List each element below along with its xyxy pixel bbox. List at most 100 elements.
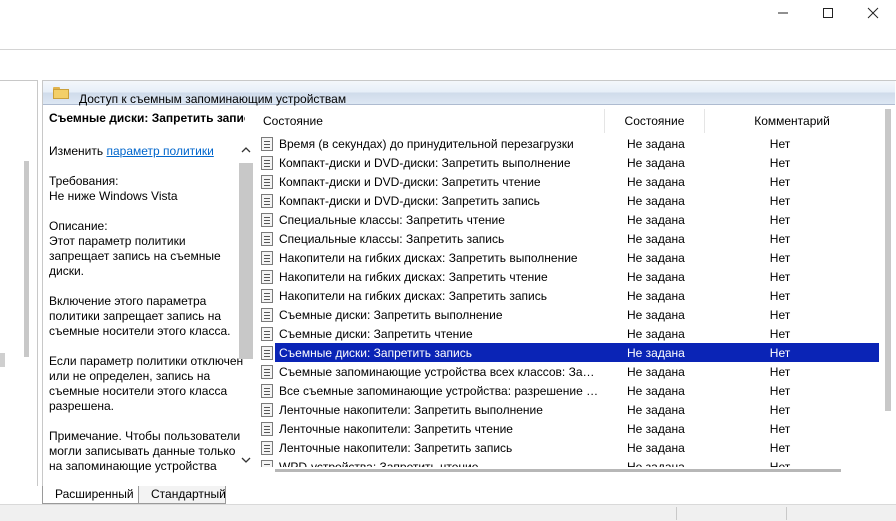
policy-setting-icon — [261, 212, 273, 227]
row-comment: Нет — [769, 364, 791, 379]
row-name: Ленточные накопители: Запретить запись — [279, 440, 513, 455]
requirements-value: Не ниже Windows Vista — [49, 189, 178, 203]
policy-setting-icon — [261, 345, 273, 360]
edit-policy-link[interactable]: параметр политики — [106, 144, 213, 158]
disable-text: Если параметр политики отключен или не о… — [49, 354, 244, 413]
table-row[interactable]: Съемные диски: Запретить выполнение Не за… — [257, 305, 879, 324]
row-state: Не задана — [627, 136, 685, 151]
table-row[interactable]: Компакт-диски и DVD-диски: Запретить зап… — [257, 191, 879, 210]
row-comment: Нет — [769, 174, 791, 189]
row-state: Не задана — [627, 193, 685, 208]
status-separator — [676, 507, 677, 520]
row-name: Ленточные накопители: Запретить чтение — [279, 421, 513, 436]
policy-setting-icon — [261, 288, 273, 303]
table-row[interactable]: Съемные диски: Запретить чтение Не задана… — [257, 324, 879, 343]
table-row[interactable]: Ленточные накопители: Запретить запись Не… — [257, 438, 879, 457]
table-row[interactable]: Компакт-диски и DVD-диски: Запретить вып… — [257, 153, 879, 172]
row-name: Все съемные запоминающие устройства: раз… — [279, 383, 603, 398]
edit-policy-line: Изменить параметр политики — [49, 144, 245, 159]
policy-title: Съемные диски: Запретить запись — [49, 111, 245, 125]
row-state: Не задана — [627, 212, 685, 227]
row-comment: Нет — [769, 193, 791, 208]
row-state: Не задана — [627, 383, 685, 398]
edit-prefix: Изменить — [49, 144, 104, 158]
table-row[interactable]: Время (в секундах) до принудительной пер… — [257, 134, 879, 153]
row-state: Не задана — [627, 250, 685, 265]
tab-extended[interactable]: Расширенный — [42, 486, 140, 504]
scroll-up-button[interactable] — [239, 143, 253, 157]
table-row[interactable]: Ленточные накопители: Запретить чтение Не… — [257, 419, 879, 438]
policy-setting-icon — [261, 402, 273, 417]
minimize-button[interactable] — [760, 0, 806, 26]
scroll-thumb[interactable] — [239, 163, 253, 359]
policy-setting-icon — [261, 231, 273, 246]
row-name: WPD-устройства: Запретить чтение — [279, 459, 479, 468]
row-comment: Нет — [769, 288, 791, 303]
row-comment: Нет — [769, 402, 791, 417]
row-state: Не задана — [627, 326, 685, 341]
row-state: Не задана — [627, 421, 685, 436]
view-tabs: Расширенный Стандартный — [40, 486, 340, 504]
row-name: Специальные классы: Запретить чтение — [279, 212, 505, 227]
tree-scrollbar[interactable] — [24, 161, 29, 357]
row-state: Не задана — [627, 155, 685, 170]
row-state: Не задана — [627, 440, 685, 455]
column-header-state[interactable]: Состояние — [605, 109, 705, 133]
table-row[interactable]: Накопители на гибких дисках: Запретить в… — [257, 248, 879, 267]
table-row[interactable]: Съемные запоминающие устройства всех кла… — [257, 362, 879, 381]
tree-pane — [0, 80, 38, 486]
close-icon — [867, 7, 879, 19]
maximize-button[interactable] — [805, 0, 851, 26]
row-name: Накопители на гибких дисках: Запретить ч… — [279, 269, 548, 284]
policy-setting-icon — [261, 383, 273, 398]
policy-setting-icon — [261, 193, 273, 208]
policy-setting-icon — [261, 250, 273, 265]
folder-title: Доступ к съемным запоминающим устройства… — [79, 91, 347, 106]
scroll-down-button[interactable] — [239, 453, 253, 467]
policy-setting-icon — [261, 174, 273, 189]
table-row[interactable]: Все съемные запоминающие устройства: раз… — [257, 381, 879, 400]
chevron-down-icon — [241, 457, 251, 463]
table-row[interactable]: Специальные классы: Запретить чтение Не з… — [257, 210, 879, 229]
policy-setting-icon — [261, 307, 273, 322]
column-header-name[interactable]: Состояние — [257, 109, 605, 133]
toolbar — [0, 50, 896, 80]
maximize-icon — [823, 8, 833, 18]
row-comment: Нет — [769, 459, 791, 468]
row-name: Компакт-диски и DVD-диски: Запретить вып… — [279, 155, 571, 170]
table-row[interactable]: Съемные диски: Запретить запись Не задана… — [257, 343, 879, 362]
table-vertical-scrollbar[interactable] — [885, 109, 891, 411]
row-name: Специальные классы: Запретить запись — [279, 231, 505, 246]
horizontal-scroll-thumb[interactable] — [275, 469, 841, 472]
row-comment: Нет — [769, 250, 791, 265]
row-name: Съемные запоминающие устройства всех кла… — [279, 364, 605, 379]
row-state: Не задана — [627, 459, 685, 468]
row-comment: Нет — [769, 307, 791, 322]
table-row[interactable]: Накопители на гибких дисках: Запретить ч… — [257, 267, 879, 286]
policy-description: Съемные диски: Запретить запись Изменить… — [49, 111, 245, 483]
policy-setting-icon — [261, 364, 273, 379]
table-row[interactable]: WPD-устройства: Запретить чтение Не задан… — [257, 457, 879, 467]
column-header-comment[interactable]: Комментарий — [705, 109, 879, 133]
row-state: Не задана — [627, 307, 685, 322]
settings-table: Состояние Состояние Комментарий Время (в… — [257, 109, 879, 467]
row-name: Накопители на гибких дисках: Запретить з… — [279, 288, 547, 303]
row-comment: Нет — [705, 345, 855, 360]
description-label: Описание: — [49, 219, 108, 233]
title-bar — [0, 0, 896, 28]
status-separator — [786, 507, 787, 520]
table-row[interactable]: Ленточные накопители: Запретить выполнен… — [257, 400, 879, 419]
table-row[interactable]: Специальные классы: Запретить запись Не з… — [257, 229, 879, 248]
description-scrollbar[interactable] — [239, 143, 253, 469]
tab-standard[interactable]: Стандартный — [138, 486, 226, 504]
row-comment: Нет — [769, 383, 791, 398]
policy-setting-icon — [261, 459, 273, 467]
row-comment: Нет — [769, 421, 791, 436]
row-state: Не задана — [605, 345, 705, 360]
close-button[interactable] — [850, 0, 896, 26]
table-row[interactable]: Компакт-диски и DVD-диски: Запретить чте… — [257, 172, 879, 191]
row-comment: Нет — [769, 326, 791, 341]
table-horizontal-scrollbar[interactable] — [257, 467, 879, 473]
row-state: Не задана — [627, 269, 685, 284]
table-row[interactable]: Накопители на гибких дисках: Запретить з… — [257, 286, 879, 305]
